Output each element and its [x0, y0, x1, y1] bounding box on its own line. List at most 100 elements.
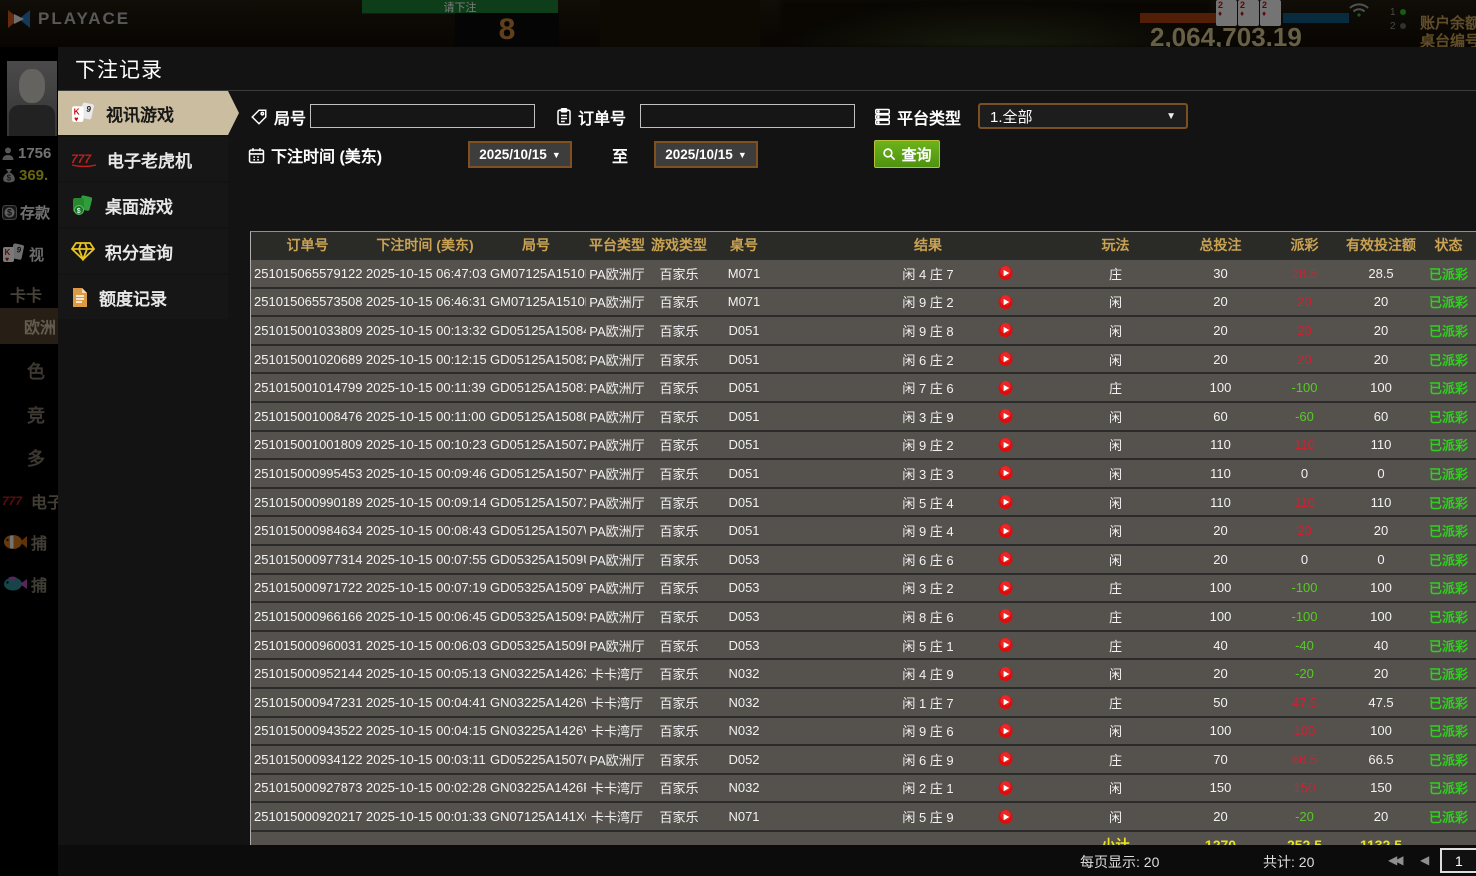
replay-icon[interactable]: [998, 580, 1013, 595]
menu-item-0[interactable]: 9K♥视讯游戏: [58, 91, 228, 135]
replay-icon[interactable]: [998, 266, 1013, 281]
total-bet: 20: [1173, 803, 1268, 830]
result-text: 闲 6 庄 9: [902, 750, 953, 769]
replay-icon[interactable]: [998, 495, 1013, 510]
bet-time: 2025-10-15 00:07:19: [364, 575, 486, 602]
platform: 卡卡湾厅: [586, 803, 648, 830]
column-header: 状态: [1421, 232, 1476, 258]
menu-item-4[interactable]: 额度记录: [58, 275, 228, 319]
menu-item-2[interactable]: $桌面游戏: [58, 183, 228, 227]
bet-records-table: 订单号下注时间 (美东)局号平台类型游戏类型桌号结果玩法总投注派彩有效投注额状态…: [250, 231, 1476, 876]
table-number: D051: [710, 517, 778, 544]
game-type: 百家乐: [648, 460, 710, 487]
bet-time: 2025-10-15 00:02:28: [364, 775, 486, 802]
menu-item-label: 额度记录: [99, 285, 167, 310]
replay-icon[interactable]: [998, 466, 1013, 481]
result-text: 闲 4 庄 7: [902, 264, 953, 283]
replay-icon[interactable]: [998, 809, 1013, 824]
replay-icon[interactable]: [998, 352, 1013, 367]
table-row: 2510150009435222025-10-15 00:04:15GN0322…: [251, 718, 1476, 745]
game-type: 百家乐: [648, 403, 710, 430]
valid-bet: 40: [1341, 632, 1421, 659]
tag-icon: [250, 108, 268, 126]
order-number: 251015000934122: [251, 746, 364, 773]
game-type: 百家乐: [648, 517, 710, 544]
bet-side: 闲: [1058, 517, 1173, 544]
search-button[interactable]: 查询: [874, 140, 940, 168]
table-number: D051: [710, 317, 778, 344]
result-text: 闲 3 庄 3: [902, 464, 953, 483]
game-type: 百家乐: [648, 660, 710, 687]
replay-icon[interactable]: [998, 437, 1013, 452]
page-number-input[interactable]: 1: [1440, 848, 1476, 873]
column-header: 桌号: [710, 232, 778, 258]
replay-icon[interactable]: [998, 552, 1013, 567]
result: 闲 5 庄 9: [778, 803, 1058, 830]
round-number: GM07125A1510H: [486, 289, 586, 316]
date-from-picker[interactable]: 2025/10/15 ▼: [468, 141, 572, 168]
payout: 20: [1268, 317, 1341, 344]
replay-icon[interactable]: [998, 666, 1013, 681]
status: 已派彩: [1421, 289, 1476, 316]
table-number: D053: [710, 603, 778, 630]
payout: 20: [1268, 289, 1341, 316]
payout: -100: [1268, 575, 1341, 602]
status: 已派彩: [1421, 803, 1476, 830]
replay-icon[interactable]: [998, 723, 1013, 738]
game-type: 百家乐: [648, 432, 710, 459]
result: 闲 6 庄 6: [778, 546, 1058, 573]
total-bet: 100: [1173, 575, 1268, 602]
date-to-picker[interactable]: 2025/10/15 ▼: [654, 141, 758, 168]
round-number: GD05325A1509U: [486, 546, 586, 573]
platform: PA欧洲厅: [586, 632, 648, 659]
replay-icon[interactable]: [998, 380, 1013, 395]
total-bet: 40: [1173, 632, 1268, 659]
game-type: 百家乐: [648, 803, 710, 830]
table-row: 2510150009278732025-10-15 00:02:28GN0322…: [251, 775, 1476, 802]
payout: 150: [1268, 775, 1341, 802]
order-number: 251015000990189: [251, 489, 364, 516]
round-number: GN03225A1426V: [486, 718, 586, 745]
result: 闲 3 庄 3: [778, 460, 1058, 487]
table-number: D053: [710, 632, 778, 659]
total-count-label: 共计: 20: [1263, 852, 1314, 872]
order-number: 251015000971722: [251, 575, 364, 602]
prev-page-icon[interactable]: ◀: [1420, 853, 1426, 867]
result: 闲 9 庄 2: [778, 432, 1058, 459]
bet-time: 2025-10-15 00:03:11: [364, 746, 486, 773]
table-row: 2510150655791222025-10-15 06:47:03GM0712…: [251, 260, 1476, 287]
replay-icon[interactable]: [998, 638, 1013, 653]
platform: 卡卡湾厅: [586, 718, 648, 745]
bet-side: 庄: [1058, 374, 1173, 401]
result-text: 闲 5 庄 4: [902, 493, 953, 512]
table-row: 2510150009472312025-10-15 00:04:41GN0322…: [251, 689, 1476, 716]
first-page-icon[interactable]: ◀◀: [1388, 853, 1400, 867]
replay-icon[interactable]: [998, 752, 1013, 767]
replay-icon[interactable]: [998, 609, 1013, 624]
table-number: D053: [710, 546, 778, 573]
total-bet: 50: [1173, 689, 1268, 716]
payout: -60: [1268, 403, 1341, 430]
replay-icon[interactable]: [998, 780, 1013, 795]
date-to-label: 至: [612, 143, 628, 167]
replay-icon[interactable]: [998, 695, 1013, 710]
valid-bet: 20: [1341, 317, 1421, 344]
replay-icon[interactable]: [998, 523, 1013, 538]
replay-icon[interactable]: [998, 323, 1013, 338]
status: 已派彩: [1421, 775, 1476, 802]
bet-time: 2025-10-15 00:11:00: [364, 403, 486, 430]
menu-item-3[interactable]: 积分查询: [58, 229, 228, 273]
replay-icon[interactable]: [998, 294, 1013, 309]
result-text: 闲 9 庄 2: [902, 435, 953, 454]
round-number: GD05325A1509T: [486, 575, 586, 602]
search-icon: [882, 147, 896, 161]
menu-item-1[interactable]: 777电子老虎机: [58, 137, 228, 181]
order-input[interactable]: [640, 104, 855, 128]
table-number: N032: [710, 689, 778, 716]
platform-select[interactable]: 1.全部 ▼: [978, 103, 1188, 129]
column-header: 订单号: [251, 232, 364, 258]
bet-side: 闲: [1058, 289, 1173, 316]
round-input[interactable]: [310, 104, 535, 128]
replay-icon[interactable]: [998, 409, 1013, 424]
order-number: 251015000947231: [251, 689, 364, 716]
